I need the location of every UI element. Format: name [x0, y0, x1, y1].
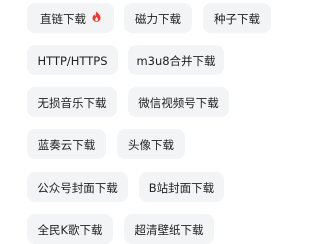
tag-lanzou-cloud-download[interactable]: 蓝奏云下载 — [27, 129, 106, 159]
tag-official-account-cover-download[interactable]: 公众号封面下载 — [27, 172, 128, 202]
tag-bilibili-cover-download[interactable]: B站封面下载 — [139, 172, 224, 202]
tag-avatar-download[interactable]: 头像下载 — [117, 129, 185, 159]
tag-lossless-music-download[interactable]: 无损音乐下载 — [27, 87, 117, 117]
tag-label: 直链下载 — [40, 11, 86, 26]
tag-direct-link-download[interactable]: 直链下载 — [27, 3, 114, 33]
tag-label: HTTP/HTTPS — [37, 53, 108, 68]
tag-label: 种子下载 — [214, 11, 260, 26]
tag-http-https[interactable]: HTTP/HTTPS — [27, 45, 118, 75]
tag-m3u8-merge-download[interactable]: m3u8合并下载 — [128, 45, 224, 75]
tag-label: 无损音乐下载 — [37, 95, 107, 110]
tag-label: 全民K歌下载 — [37, 222, 103, 237]
tag-label: m3u8合并下载 — [136, 53, 216, 68]
tag-torrent-download[interactable]: 种子下载 — [203, 3, 271, 33]
hot-flame-icon — [92, 11, 101, 22]
tag-label: 磁力下载 — [135, 11, 181, 26]
tag-label: 超清壁纸下载 — [134, 222, 204, 237]
tag-magnet-download[interactable]: 磁力下载 — [124, 3, 192, 33]
download-tag-grid: 直链下载 磁力下载 种子下载 HTTP/HTTPS m3u8合并下载 无损音乐下… — [0, 0, 320, 244]
tag-label: B站封面下载 — [148, 180, 215, 195]
tag-hd-wallpaper-download[interactable]: 超清壁纸下载 — [124, 214, 214, 244]
tag-label: 公众号封面下载 — [37, 180, 118, 195]
tag-label: 蓝奏云下载 — [37, 137, 96, 152]
tag-label: 微信视频号下载 — [138, 95, 219, 110]
tag-wesing-karaoke-download[interactable]: 全民K歌下载 — [27, 214, 113, 244]
tag-label: 头像下载 — [128, 137, 174, 152]
tag-wechat-channels-download[interactable]: 微信视频号下载 — [128, 87, 229, 117]
